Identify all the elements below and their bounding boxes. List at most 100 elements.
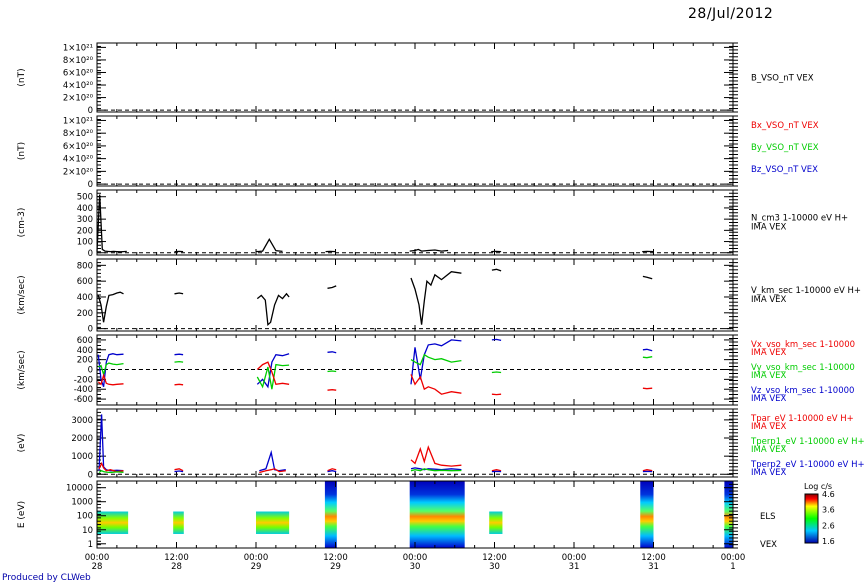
panel-2 [96,115,738,187]
y-tick-label: 2×10²⁰ [63,94,94,104]
x-tick-label-day: 30 [410,562,421,572]
y-axis-label: E (eV) [17,501,27,528]
y-tick-label: 500 [77,193,93,203]
series-16-line [491,338,502,342]
spectrogram-block-6 [489,511,503,534]
y-tick-label: 1×10²¹ [63,116,93,126]
colorbar [804,493,819,544]
y-tick-label: 4×10²⁰ [63,81,94,91]
series-7-line [642,275,653,280]
panel-frame [96,258,734,332]
series-20-line [642,356,653,359]
y-tick-label: 600 [77,336,93,346]
panel-6 [96,408,738,478]
y-tick-label: 0 [88,180,93,190]
y-tick-label: 600 [77,277,93,287]
series-6-line [174,383,184,386]
series-11-line [327,370,337,373]
timeseries-plot: 1×10²¹ 8×10²⁰ 6×10²⁰ 4×10²⁰ 2×10²⁰ 0 (nT) B_VSO… [17,42,864,572]
x-tick-label-day: 1 [730,562,735,572]
legend-entry: By_VSO_nT VEX [751,143,819,153]
y-axis-label: (nT) [17,142,27,160]
y-tick-label: 3000 [71,416,93,426]
series-19-line [642,348,653,352]
panel-7 [96,480,819,549]
y-tick-label: 10 [82,526,93,536]
x-tick-label-day: 28 [92,562,103,572]
y-axis-label: (nT) [17,68,27,86]
y-tick-label: 200 [77,226,93,236]
y-tick-label: 300 [77,215,93,225]
series-3-line [255,237,283,253]
legend-entry: IMA VEX [751,422,787,432]
x-tick-label-day: 31 [569,562,580,572]
series-5-line [410,271,462,325]
series-15-line [642,469,653,472]
legend-entry: Bx_VSO_nT VEX [751,121,819,131]
y-tick-label: 4×10²⁰ [63,155,94,165]
y-tick-label: 0 [88,470,93,480]
y-tick-label: 0 [88,249,93,259]
y-tick-label: 2×10²⁰ [63,167,94,177]
y-tick-label: 6×10²⁰ [63,142,94,152]
series-12-line [327,389,337,391]
series-5-line [174,470,184,473]
y-tick-label: 100 [77,512,93,522]
legend-entry: Bz_VSO_nT VEX [751,165,818,175]
colorbar-tick-label: 4.6 [822,490,835,499]
y-tick-label: 6×10²⁰ [63,68,94,78]
legend-entry: IMA VEX [751,371,787,381]
series-2-line [174,292,184,295]
panel-frame [96,42,734,113]
series-4-line [327,285,337,289]
legend-entry: IMA VEX [751,394,787,404]
series-4-line [174,353,184,356]
y-tick-label: 0 [88,366,93,376]
panel-5 [96,334,738,406]
legend-entry: IMA VEX [751,348,787,358]
x-tick-label-day: 29 [251,562,262,572]
spectrogram-block-3 [256,511,290,534]
y-tick-label: -600 [74,395,93,405]
series-2-line [98,362,124,377]
panel-frame [96,408,734,478]
spectrogram-block-2 [173,511,184,534]
legend-entry: IMA VEX [751,468,787,478]
series-1-line [96,194,127,253]
series-21-line [642,387,653,390]
y-tick-label: 1000 [71,498,93,508]
y-tick-label: 400 [77,204,93,214]
y-tick-label: 1000 [71,452,93,462]
y-axis-label: (cm-3) [17,208,27,238]
legend-entry: IMA VEX [751,445,787,455]
series-17-line [491,371,502,374]
y-axis-label: (km/sec) [17,275,27,314]
spectrogram-block-4 [324,481,337,548]
series-15-line [410,374,462,395]
series-14-line [410,353,462,366]
panel-3 [96,189,738,256]
spectrogram-block-5 [409,481,465,548]
x-tick-label-day: 30 [489,562,500,572]
instrument-label-els: ELS [760,512,776,522]
legend-entry: B_VSO_nT VEX [751,74,814,84]
colorbar-tick-label: 3.6 [822,506,835,515]
legend-entry: IMA VEX [751,223,787,233]
series-13-line [491,469,502,472]
panel-4 [96,258,738,332]
y-tick-label: 8×10²⁰ [63,56,94,66]
panel-frame [96,189,734,256]
series-5-line [174,360,184,363]
series-6-line [259,449,286,472]
y-tick-label: 1 [88,540,93,550]
y-tick-label: -200 [74,375,93,385]
y-tick-label: 2000 [71,434,93,444]
colorbar-tick-label: 2.6 [822,521,835,530]
series-3-line [256,292,290,327]
series-11-line [410,467,462,471]
y-tick-label: -400 [74,385,93,395]
y-tick-label: 0 [88,106,93,116]
y-tick-label: 200 [77,356,93,366]
y-tick-label: 1×10²¹ [63,43,93,53]
y-tick-label: 8×10²⁰ [63,129,94,139]
